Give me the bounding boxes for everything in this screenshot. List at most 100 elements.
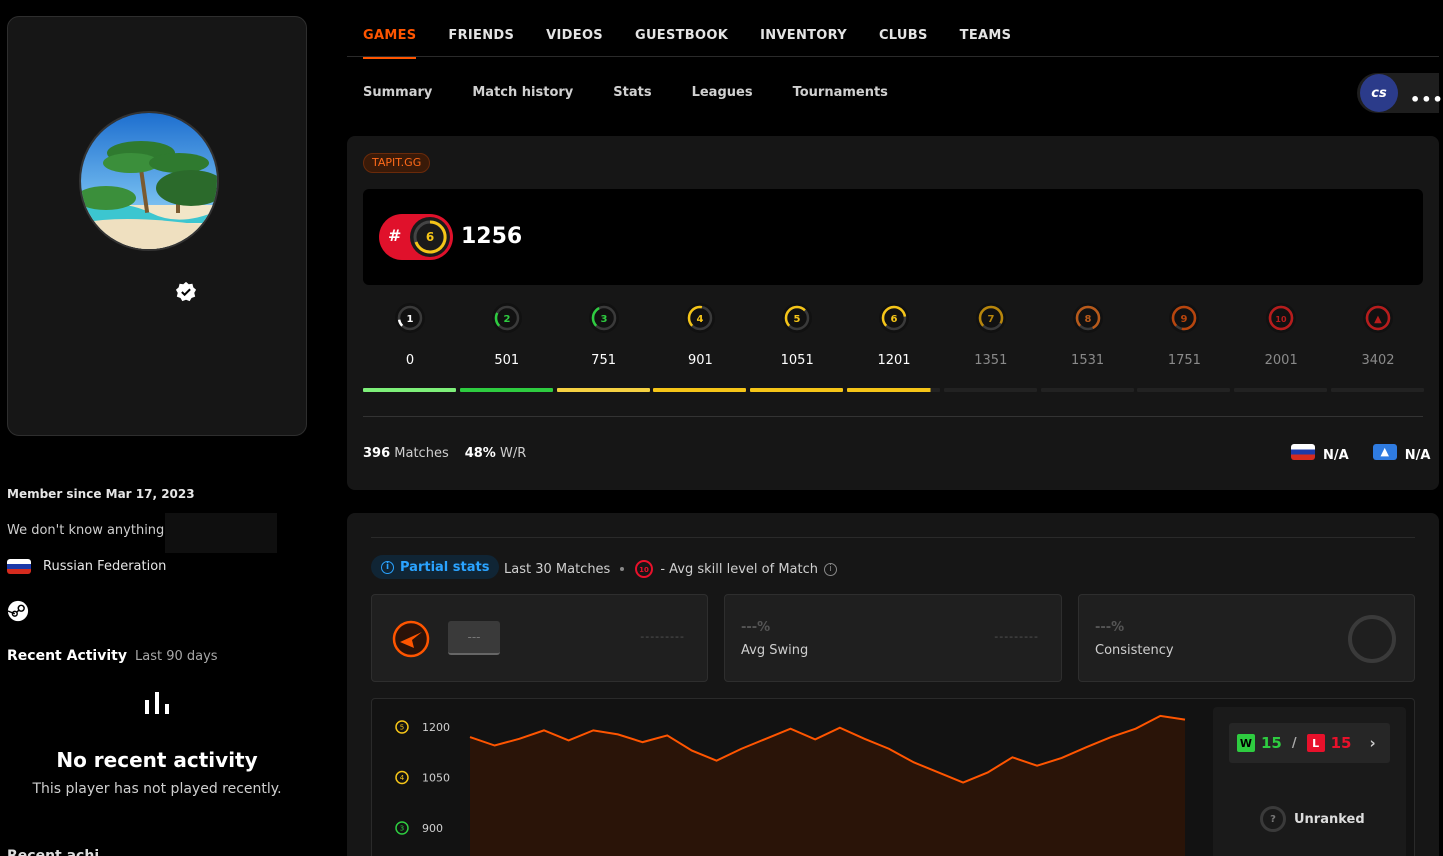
- level-4: 4 901: [653, 300, 747, 400]
- steam-icon[interactable]: [7, 600, 29, 622]
- skill-level-6-icon: 6: [410, 217, 450, 257]
- tab-guestbook[interactable]: GUESTBOOK: [635, 28, 728, 59]
- unranked-label: Unranked: [1294, 811, 1365, 827]
- y-tick-level: 4: [400, 774, 405, 782]
- y-tick-level: 5: [400, 724, 404, 732]
- panel-divider: [363, 416, 1423, 417]
- level-progress-bar: [943, 388, 1037, 392]
- unranked-status: ? Unranked: [1260, 806, 1365, 832]
- member-since: Member since Mar 17, 2023: [7, 487, 195, 501]
- level-progress-bar: [1040, 388, 1134, 392]
- skill-level-4-icon: 4: [685, 303, 716, 333]
- tab-inventory[interactable]: INVENTORY: [760, 28, 847, 59]
- country-label: Russian Federation: [43, 559, 167, 574]
- info-icon[interactable]: i: [824, 562, 838, 576]
- region-rankings: N/A ▲ N/A: [1291, 440, 1443, 463]
- country-rank-flag-icon: [1291, 443, 1315, 460]
- consistency-label: Consistency: [1095, 643, 1174, 658]
- level-threshold: 1051: [780, 353, 814, 368]
- subtab-summary[interactable]: Summary: [363, 85, 432, 100]
- consistency-gauge: [1348, 615, 1396, 663]
- sub-tabs: Summary Match history Stats Leagues Tour…: [363, 85, 888, 100]
- level-progress-bar: [459, 388, 553, 392]
- no-recent-title: No recent activity: [56, 748, 258, 772]
- y-tick-level: 3: [400, 825, 404, 833]
- skill-level-2-icon: 2: [491, 303, 522, 333]
- last-matches-label: Last 30 Matches: [504, 561, 611, 577]
- main-tabs: GAMES FRIENDS VIDEOS GUESTBOOK INVENTORY…: [363, 28, 1011, 59]
- subtab-stats[interactable]: Stats: [613, 85, 651, 100]
- cs-game-icon[interactable]: cs: [1360, 74, 1398, 112]
- y-tick-label: 1200: [422, 721, 450, 734]
- wins-count: 15: [1261, 734, 1282, 752]
- map-icon: [392, 620, 430, 658]
- tab-friends[interactable]: FRIENDS: [448, 28, 514, 59]
- level-threshold: 501: [494, 353, 520, 368]
- skill-level-11-label: ▲: [1374, 314, 1382, 325]
- cs-logo-text: cs: [1371, 85, 1387, 101]
- map-stat-card: --- ---------: [371, 594, 708, 682]
- consistency-card: ---% Consistency: [1078, 594, 1415, 682]
- win-loss-summary[interactable]: W 15 / L 15 ›: [1229, 723, 1390, 763]
- rank-hash-label: #: [388, 226, 402, 245]
- tab-clubs[interactable]: CLUBS: [879, 28, 928, 59]
- region-rank-value: N/A: [1404, 448, 1431, 463]
- level-progress-bar: [1331, 388, 1424, 392]
- skill-level-6-label: 6: [891, 314, 898, 325]
- avg-swing-value: ---%: [741, 620, 771, 635]
- avg-skill-label: - Avg skill level of Match: [660, 561, 819, 577]
- loss-icon: L: [1306, 734, 1325, 752]
- avatar[interactable]: [79, 111, 219, 251]
- level-6: 6 1201: [847, 300, 941, 400]
- wl-separator: /: [1291, 735, 1297, 751]
- unranked-icon: ?: [1260, 806, 1286, 832]
- level-progress-bar: [1137, 388, 1231, 392]
- level-2: 2 501: [459, 300, 554, 400]
- level-threshold: 3402: [1361, 353, 1395, 368]
- skill-level-8-label: 8: [1084, 314, 1091, 325]
- level-11: ▲ 3402: [1331, 300, 1425, 400]
- subtab-leagues[interactable]: Leagues: [692, 85, 753, 100]
- elo-chart: 5 1200 4 1050 3 900: [395, 714, 1186, 856]
- level-9: 9 1751: [1137, 300, 1231, 400]
- recent-activity-title: Recent Activity: [7, 648, 127, 664]
- matches-count-group: 396 Matches: [363, 446, 449, 461]
- y-tick-label: 1050: [422, 772, 450, 785]
- avg-swing-trend: ---------: [994, 630, 1039, 643]
- tab-videos[interactable]: VIDEOS: [546, 28, 603, 59]
- level-10: 10 2001: [1234, 300, 1328, 400]
- tab-games[interactable]: GAMES: [363, 28, 417, 59]
- skill-level-8-icon: 8: [1072, 303, 1103, 333]
- level-threshold: 751: [591, 353, 616, 368]
- verified-icon: [175, 281, 197, 302]
- subtab-match-history[interactable]: Match history: [472, 85, 573, 100]
- partial-stats-pill[interactable]: i Partial stats: [371, 555, 500, 579]
- level-threshold: 1351: [974, 353, 1008, 368]
- level-3: 3 751: [556, 300, 651, 400]
- tab-teams[interactable]: TEAMS: [960, 28, 1012, 59]
- skill-level-7-label: 7: [987, 314, 994, 325]
- win-icon: W: [1237, 734, 1255, 752]
- skill-level-5-icon: 5: [782, 303, 813, 333]
- level-threshold: 1531: [1071, 353, 1105, 368]
- skill-level-1-label: 1: [407, 314, 414, 325]
- skill-level-1-icon: 1: [395, 303, 425, 333]
- winrate-value: 48%: [464, 446, 496, 461]
- skill-level-3-icon: 3: [588, 303, 619, 333]
- losses-count: 15: [1330, 734, 1352, 752]
- level-7: 7 1351: [943, 300, 1038, 400]
- partial-stats-label: Partial stats: [400, 559, 490, 575]
- no-recent-subtitle: This player has not played recently.: [32, 781, 282, 797]
- skill-level-7-icon: 7: [975, 303, 1006, 333]
- stats-divider: [371, 537, 1415, 538]
- skill-level-9-icon: 9: [1169, 303, 1200, 333]
- russia-flag-icon: [7, 559, 31, 574]
- subtab-tournaments[interactable]: Tournaments: [793, 85, 888, 100]
- match-summary: 396 Matches 48% W/R: [363, 446, 526, 461]
- avg-swing-label: Avg Swing: [741, 643, 809, 658]
- level-progression: 1 0 2 501 3 751 4 901 5 1051 6 1201 7 1351 8 1531 9 1751 1…: [363, 300, 1425, 400]
- more-options-icon[interactable]: •••: [1410, 90, 1443, 109]
- level-threshold: 1201: [877, 353, 911, 368]
- country-rank-value: N/A: [1323, 448, 1349, 463]
- separator-dot: [620, 567, 625, 571]
